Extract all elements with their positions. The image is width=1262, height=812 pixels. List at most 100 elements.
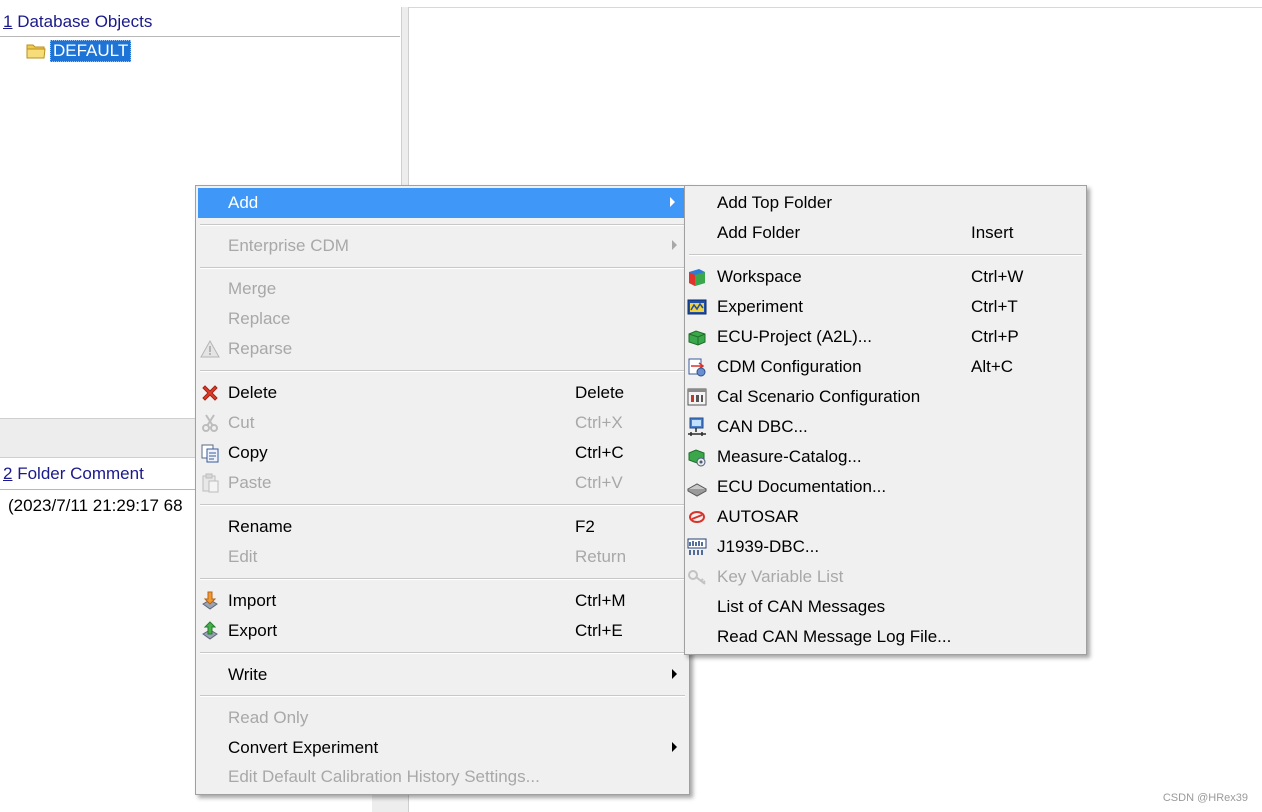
menu-item-read-can-log[interactable]: Read CAN Message Log File... xyxy=(685,622,1086,652)
menu-item-label: Enterprise CDM xyxy=(228,236,349,255)
menu-item-convert-experiment[interactable]: Convert Experiment xyxy=(196,733,689,763)
menu-item-cdm-configuration[interactable]: CDM Configuration Alt+C xyxy=(685,352,1086,382)
menu-item-label: Experiment xyxy=(717,297,803,316)
menu-item-merge[interactable]: Merge xyxy=(196,274,689,304)
delete-icon xyxy=(202,385,218,401)
menu-separator xyxy=(200,224,685,226)
menu-item-experiment[interactable]: Experiment Ctrl+T xyxy=(685,292,1086,322)
menu-item-label: Merge xyxy=(228,279,277,298)
menu-item-ecu-documentation[interactable]: ECU Documentation... xyxy=(685,472,1086,502)
menu-item-export[interactable]: Export Ctrl+E xyxy=(196,616,689,646)
scroll-corner xyxy=(372,795,402,812)
key-variable-icon xyxy=(688,570,706,585)
menu-item-enterprise-cdm[interactable]: Enterprise CDM xyxy=(196,231,689,261)
menu-item-cut[interactable]: Cut Ctrl+X xyxy=(196,408,689,438)
autosar-icon xyxy=(689,511,705,523)
menu-item-label: Write xyxy=(228,665,268,684)
menu-item-label: Replace xyxy=(228,309,291,328)
menu-item-label: Rename xyxy=(228,517,293,536)
menu-item-label: Paste xyxy=(228,473,272,492)
ecu-documentation-icon xyxy=(687,483,707,497)
menu-separator xyxy=(200,652,685,654)
submenu-arrow-icon xyxy=(672,669,677,679)
pane-number: 2 xyxy=(3,464,13,483)
menu-item-shortcut: Ctrl+T xyxy=(971,297,1018,316)
scissors-icon xyxy=(202,414,218,432)
folder-comment-text[interactable]: (2023/7/11 21:29:17 68 xyxy=(8,496,183,516)
menu-item-ecu-project[interactable]: ECU-Project (A2L)... Ctrl+P xyxy=(685,322,1086,352)
menu-item-label: Edit Default Calibration History Setting… xyxy=(228,767,540,786)
paste-icon xyxy=(202,473,219,493)
menu-item-replace[interactable]: Replace xyxy=(196,304,689,334)
menu-item-rename[interactable]: Rename F2 xyxy=(196,512,689,542)
menu-item-read-only[interactable]: Read Only xyxy=(196,703,689,733)
menu-item-label: ECU-Project (A2L)... xyxy=(717,327,872,346)
menu-item-add-folder[interactable]: Add Folder Insert xyxy=(685,218,1086,248)
menu-separator xyxy=(200,695,685,697)
menu-item-workspace[interactable]: Workspace Ctrl+W xyxy=(685,262,1086,292)
menu-item-shortcut: Ctrl+P xyxy=(971,327,1019,346)
cal-scenario-icon xyxy=(687,388,707,406)
pane-title-text: Database Objects xyxy=(17,12,153,31)
menu-item-label: Key Variable List xyxy=(717,567,844,586)
menu-item-measure-catalog[interactable]: Measure-Catalog... xyxy=(685,442,1086,472)
menu-item-label: ECU Documentation... xyxy=(717,477,887,496)
export-icon xyxy=(202,621,218,640)
menu-item-label: AUTOSAR xyxy=(717,507,799,526)
database-objects-title: 1 Database Objects xyxy=(3,12,152,32)
menu-item-label: CAN DBC... xyxy=(717,417,808,436)
menu-item-paste[interactable]: Paste Ctrl+V xyxy=(196,468,689,498)
add-submenu: Add Top Folder Add Folder Insert Workspa… xyxy=(684,185,1087,655)
menu-item-shortcut: Return xyxy=(575,547,627,566)
cdm-configuration-icon xyxy=(688,358,706,377)
menu-item-shortcut: Alt+C xyxy=(971,357,1014,376)
menu-item-shortcut: Ctrl+W xyxy=(971,267,1024,286)
menu-item-label: Export xyxy=(228,621,278,640)
menu-item-edit-default-history[interactable]: Edit Default Calibration History Setting… xyxy=(196,762,689,792)
folder-icon xyxy=(26,44,46,59)
title-divider xyxy=(0,36,400,37)
menu-item-shortcut: Delete xyxy=(575,383,625,402)
menu-item-label: Read CAN Message Log File... xyxy=(717,627,952,646)
menu-item-write[interactable]: Write xyxy=(196,660,689,690)
menu-item-delete[interactable]: Delete Delete xyxy=(196,378,689,408)
measure-catalog-icon xyxy=(688,449,706,467)
pane-title-text: Folder Comment xyxy=(17,464,144,483)
menu-item-label: Measure-Catalog... xyxy=(717,447,862,466)
menu-item-label: Convert Experiment xyxy=(228,738,379,757)
menu-item-shortcut: Ctrl+M xyxy=(575,591,626,610)
menu-item-label: List of CAN Messages xyxy=(717,597,886,616)
tree-item-default[interactable]: DEFAULT xyxy=(26,40,132,62)
pane-number: 1 xyxy=(3,12,13,31)
tree-item-label: DEFAULT xyxy=(50,40,132,62)
context-menu: Add Enterprise CDM Merge Replace Reparse… xyxy=(195,185,690,795)
menu-item-reparse[interactable]: Reparse xyxy=(196,334,689,364)
menu-item-shortcut: F2 xyxy=(575,517,595,536)
menu-item-can-dbc[interactable]: CAN DBC... xyxy=(685,412,1086,442)
menu-item-j1939-dbc[interactable]: J1939-DBC... xyxy=(685,532,1086,562)
menu-item-import[interactable]: Import Ctrl+M xyxy=(196,586,689,616)
menu-separator xyxy=(200,578,685,580)
menu-item-label: Cal Scenario Configuration xyxy=(717,387,921,406)
watermark-text: CSDN @HRex39 xyxy=(1162,792,1248,804)
menu-item-label: Edit xyxy=(228,547,258,566)
menu-item-add[interactable]: Add xyxy=(198,188,687,218)
menu-item-shortcut: Ctrl+X xyxy=(575,413,623,432)
menu-item-edit[interactable]: Edit Return xyxy=(196,542,689,572)
menu-separator xyxy=(200,370,685,372)
menu-item-label: Copy xyxy=(228,443,268,462)
warning-icon xyxy=(200,339,220,358)
menu-separator xyxy=(689,254,1082,256)
menu-item-label: Add Top Folder xyxy=(717,193,832,212)
menu-item-shortcut: Ctrl+E xyxy=(575,621,623,640)
j1939-icon xyxy=(687,538,707,555)
menu-item-key-variable-list[interactable]: Key Variable List xyxy=(685,562,1086,592)
folder-comment-title: 2 Folder Comment xyxy=(3,464,144,484)
menu-separator xyxy=(200,504,685,506)
menu-item-label: Workspace xyxy=(717,267,802,286)
menu-item-add-top-folder[interactable]: Add Top Folder xyxy=(685,188,1086,218)
menu-item-copy[interactable]: Copy Ctrl+C xyxy=(196,438,689,468)
menu-item-list-can-messages[interactable]: List of CAN Messages xyxy=(685,592,1086,622)
menu-item-autosar[interactable]: AUTOSAR xyxy=(685,502,1086,532)
menu-item-cal-scenario[interactable]: Cal Scenario Configuration xyxy=(685,382,1086,412)
